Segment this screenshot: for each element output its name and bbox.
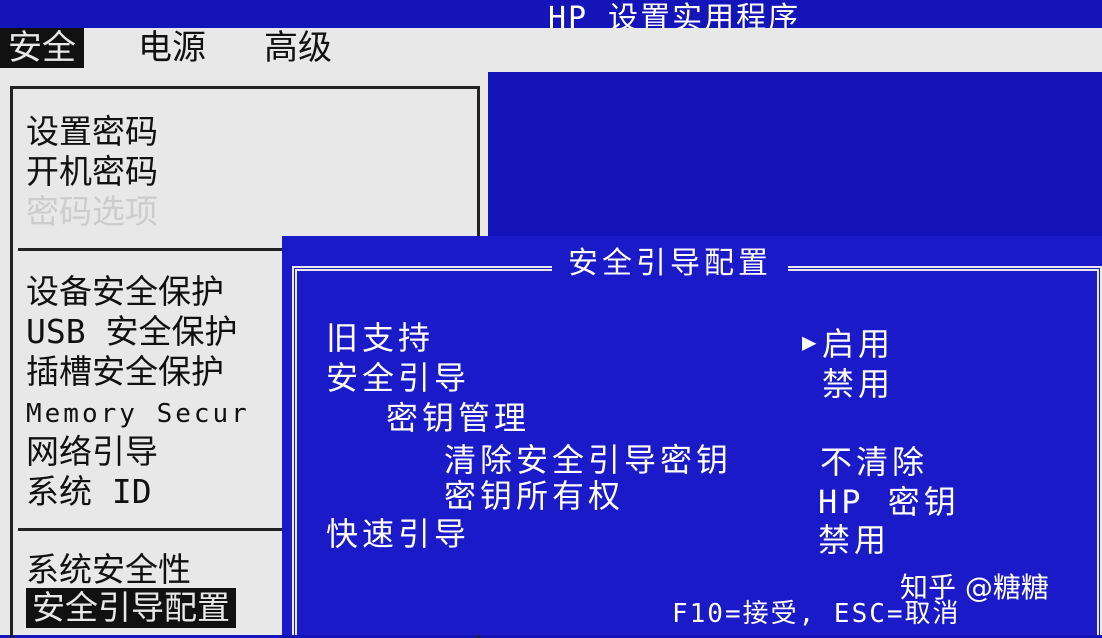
menu-item-memory-security[interactable]: Memory Secur bbox=[26, 394, 250, 434]
menu-item-network-boot[interactable]: 网络引导 bbox=[26, 432, 158, 472]
menu-tab-security[interactable]: 安全 bbox=[0, 28, 84, 68]
menu-item-system-id[interactable]: 系统 ID bbox=[26, 472, 152, 512]
menu-item-password-options[interactable]: 密码选项 bbox=[26, 192, 158, 232]
option-secure-boot-value[interactable]: 禁用 bbox=[822, 364, 894, 404]
option-legacy-support-label[interactable]: 旧支持 bbox=[326, 318, 434, 358]
menu-item-set-password[interactable]: 设置密码 bbox=[26, 112, 158, 152]
option-secure-boot-label[interactable]: 安全引导 bbox=[326, 358, 470, 398]
option-key-management-label: 密钥管理 bbox=[386, 399, 531, 437]
option-key-ownership-value[interactable]: HP 密钥 bbox=[818, 482, 960, 522]
option-fast-boot-value[interactable]: 禁用 bbox=[818, 520, 890, 560]
menu-item-power-on-password[interactable]: 开机密码 bbox=[26, 152, 158, 192]
menu-tab-power[interactable]: 电源 bbox=[130, 28, 214, 68]
selection-arrow-icon: ▶ bbox=[802, 328, 817, 356]
option-clear-keys-value[interactable]: 不清除 bbox=[820, 442, 928, 482]
dialog-title: 安全引导配置 bbox=[552, 244, 788, 284]
menu-item-slot-security[interactable]: 插槽安全保护 bbox=[26, 352, 224, 392]
option-key-ownership-label[interactable]: 密钥所有权 bbox=[444, 476, 624, 516]
watermark: 知乎 @糖糖 bbox=[900, 571, 1049, 604]
option-legacy-support-value[interactable]: 启用 bbox=[822, 324, 894, 364]
menu-item-usb-security[interactable]: USB 安全保护 bbox=[26, 312, 237, 352]
menu-item-system-security[interactable]: 系统安全性 bbox=[26, 550, 191, 590]
menu-tab-advanced[interactable]: 高级 bbox=[256, 28, 340, 68]
option-fast-boot-label[interactable]: 快速引导 bbox=[326, 514, 470, 554]
menu-item-device-security[interactable]: 设备安全保护 bbox=[26, 272, 224, 312]
menu-bar: 安全 电源 高级 bbox=[0, 28, 1102, 72]
option-clear-keys-label[interactable]: 清除安全引导密钥 bbox=[444, 440, 732, 480]
help-panel bbox=[486, 76, 1102, 256]
menu-item-secure-boot-config[interactable]: 安全引导配置 bbox=[26, 588, 236, 628]
